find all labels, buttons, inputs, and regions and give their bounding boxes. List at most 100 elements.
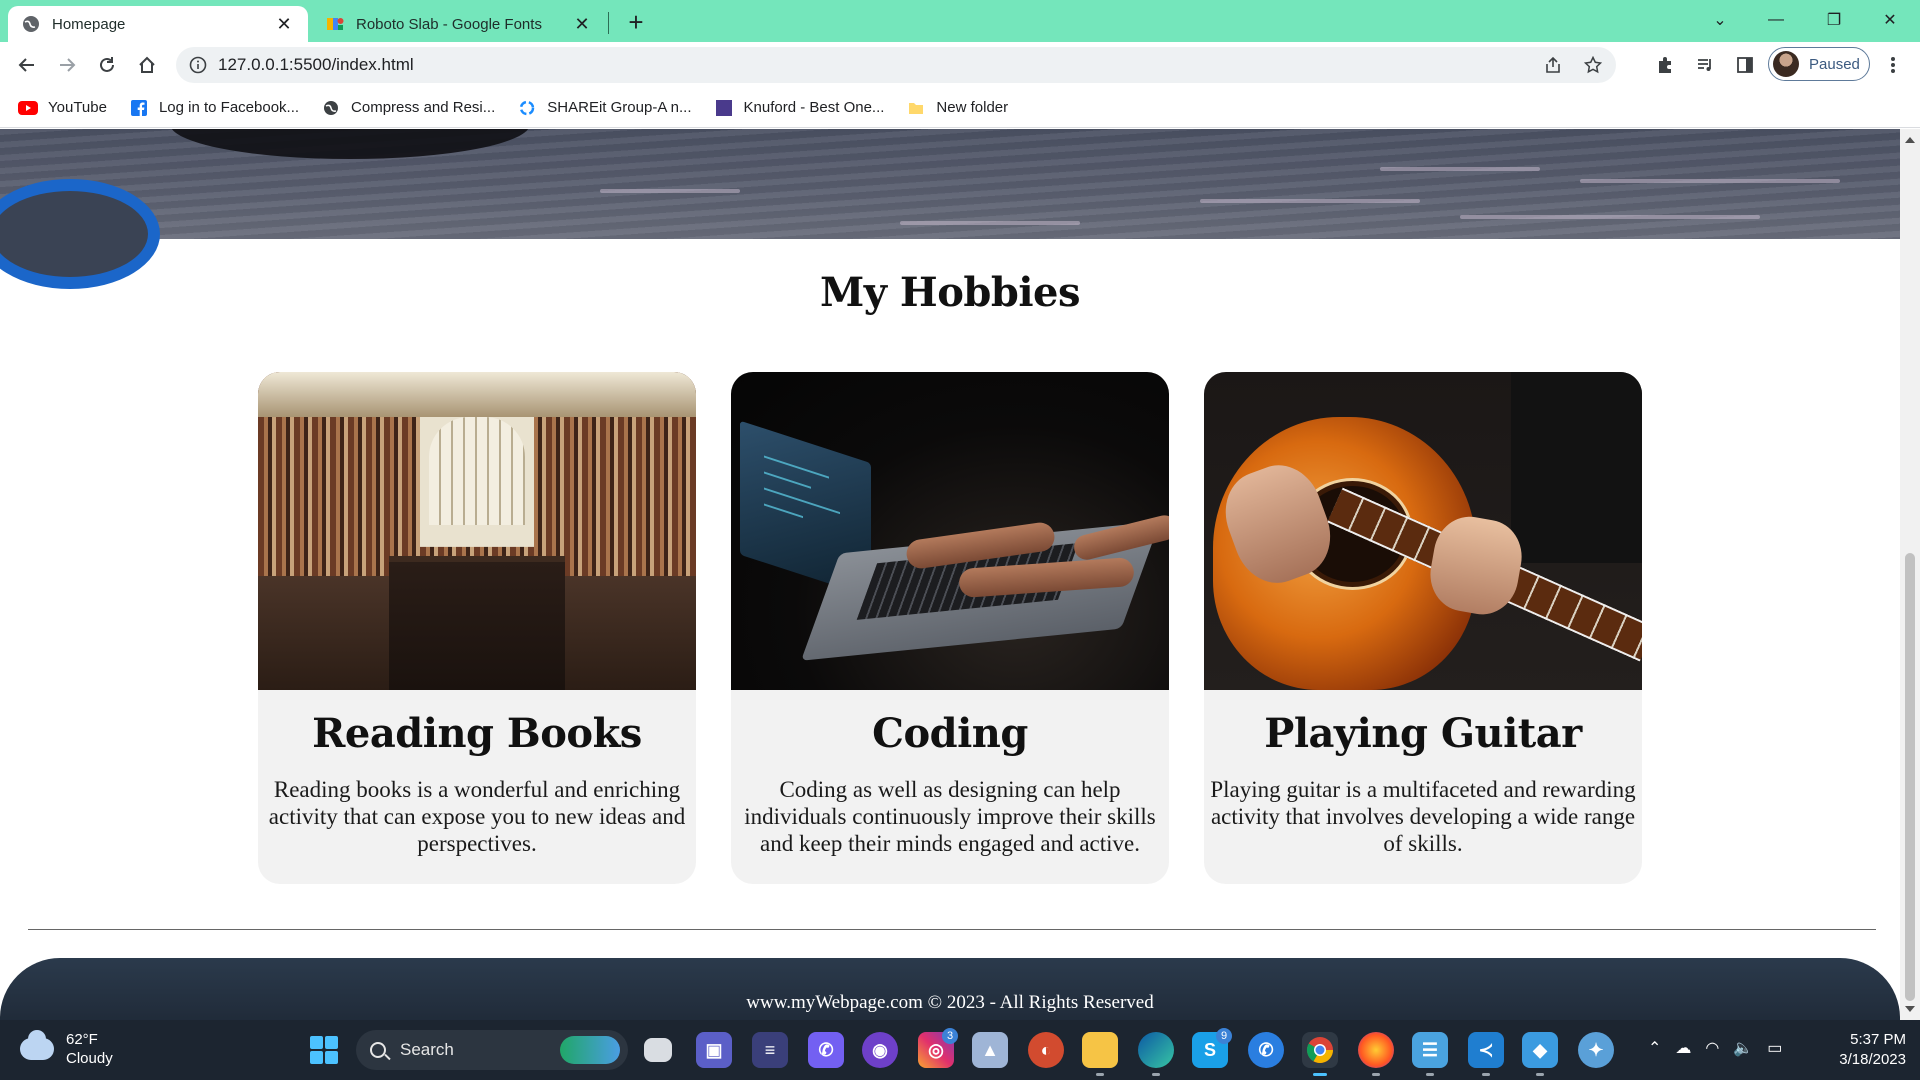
address-bar[interactable]: 127.0.0.1:5500/index.html — [176, 47, 1616, 83]
app-icon[interactable]: ≡ — [752, 1032, 788, 1068]
card-title: Reading Books — [312, 710, 642, 757]
task-view-icon[interactable] — [644, 1038, 672, 1062]
tab-search-icon[interactable]: ⌄ — [1692, 0, 1748, 40]
system-tray: ⌃ ☁ ◠ 🔈 ▭ — [1648, 1038, 1782, 1058]
firefox-icon[interactable] — [1358, 1032, 1394, 1076]
home-button[interactable] — [132, 50, 162, 80]
facebook-icon — [129, 99, 149, 116]
shareit-icon — [517, 100, 537, 116]
card-description: Coding as well as designing can help ind… — [744, 777, 1156, 856]
vscode-icon[interactable]: ≺ — [1468, 1032, 1504, 1076]
scroll-up-icon[interactable] — [1905, 137, 1915, 143]
profile-button[interactable]: Paused — [1768, 47, 1870, 81]
taskbar-search[interactable]: Search — [356, 1030, 628, 1070]
back-button[interactable] — [12, 50, 42, 80]
notepad-icon[interactable]: ☰ — [1412, 1032, 1448, 1076]
chevron-up-icon[interactable]: ⌃ — [1648, 1038, 1661, 1058]
side-panel-icon[interactable] — [1734, 54, 1756, 76]
forward-button[interactable] — [52, 50, 82, 80]
tab-homepage[interactable]: Homepage ✕ — [8, 6, 308, 42]
phone-icon[interactable]: ✆ — [1248, 1032, 1284, 1068]
coding-image — [731, 372, 1169, 690]
hobby-card-reading: Reading Books Reading books is a wonderf… — [258, 372, 696, 884]
star-icon[interactable] — [1582, 54, 1604, 76]
weather-temp: 62°F — [66, 1031, 98, 1048]
battery-icon[interactable]: ▭ — [1767, 1038, 1782, 1058]
folder-icon[interactable] — [1082, 1032, 1118, 1076]
instagram-icon[interactable]: ◎ 3 — [918, 1028, 958, 1068]
app-icon[interactable]: ◐ — [1028, 1032, 1064, 1068]
paint-icon[interactable]: ◆ — [1522, 1032, 1558, 1076]
scrollbar-thumb[interactable] — [1905, 553, 1915, 1001]
extensions-icon[interactable] — [1654, 54, 1676, 76]
avatar — [1773, 51, 1799, 77]
volume-icon[interactable]: 🔈 — [1733, 1038, 1753, 1058]
bookmark-label: Log in to Facebook... — [158, 99, 300, 116]
bookmark-label: Compress and Resi... — [351, 99, 496, 116]
clock-date: 3/18/2023 — [1839, 1051, 1906, 1068]
wifi-icon[interactable]: ◠ — [1705, 1038, 1719, 1058]
hobby-card-guitar: Playing Guitar Playing guitar is a multi… — [1204, 372, 1642, 884]
folder-icon — [906, 100, 926, 116]
card-title: Coding — [872, 710, 1028, 757]
globe-icon — [321, 100, 341, 116]
share-icon[interactable] — [1542, 54, 1564, 76]
guitar-image — [1204, 372, 1642, 690]
tab-google-fonts[interactable]: Roboto Slab - Google Fonts ✕ — [312, 6, 606, 42]
media-icon[interactable] — [1694, 54, 1716, 76]
photos-icon[interactable]: ▲ — [972, 1032, 1008, 1068]
tab-title: Roboto Slab - Google Fonts — [356, 15, 542, 33]
page-scrollbar[interactable] — [1900, 129, 1920, 1020]
home-icon — [139, 56, 155, 73]
weather-widget[interactable]: 62°F Cloudy — [20, 1030, 113, 1068]
footer-text: www.myWebpage.com © 2023 - All Rights Re… — [746, 992, 1154, 1013]
hobby-card-coding: Coding Coding as well as designing can h… — [731, 372, 1169, 884]
cloud-icon — [20, 1030, 54, 1060]
reload-button[interactable] — [92, 50, 122, 80]
bookmark-label: YouTube — [48, 99, 107, 116]
app-icon[interactable]: ✦ — [1578, 1032, 1614, 1068]
arrow-left-icon — [18, 58, 34, 72]
minimize-icon[interactable]: — — [1748, 0, 1804, 40]
close-icon[interactable]: ✕ — [274, 14, 294, 34]
github-icon[interactable]: ◉ — [862, 1032, 898, 1068]
youtube-icon — [18, 100, 38, 116]
bookmark-label: Knuford - Best One... — [743, 99, 885, 116]
divider — [28, 929, 1876, 930]
bookmark-label: SHAREit Group-A n... — [547, 99, 692, 116]
menu-icon[interactable] — [1882, 54, 1904, 76]
restore-icon[interactable]: ❐ — [1806, 0, 1862, 40]
url-text: 127.0.0.1:5500/index.html — [218, 55, 414, 74]
new-tab-button[interactable]: + — [622, 8, 650, 36]
tab-separator — [608, 12, 609, 34]
close-window-icon[interactable]: ✕ — [1862, 0, 1918, 40]
card-title: Playing Guitar — [1264, 710, 1582, 757]
taskbar: 62°F Cloudy Search ▣ ≡ ✆ ◉ ◎ 3 ▲ ◐ S9 ✆ ☰… — [0, 1020, 1920, 1080]
clock-time: 5:37 PM — [1850, 1031, 1906, 1048]
weather-desc: Cloudy — [66, 1050, 113, 1067]
search-label: Search — [400, 1040, 454, 1059]
card-description: Playing guitar is a multifaceted and rew… — [1210, 777, 1636, 856]
skype-icon[interactable]: S9 — [1192, 1028, 1232, 1068]
bookmark-facebook[interactable]: Log in to Facebook... — [129, 99, 299, 116]
scroll-down-icon[interactable] — [1905, 1006, 1915, 1012]
viber-icon[interactable]: ✆ — [808, 1032, 844, 1068]
clock[interactable]: 5:37 PM 3/18/2023 — [1826, 1030, 1906, 1070]
edge-icon[interactable] — [1138, 1032, 1174, 1076]
teams-icon[interactable]: ▣ — [696, 1032, 732, 1068]
bookmark-shareit[interactable]: SHAREit Group-A n... — [517, 99, 692, 116]
close-icon[interactable]: ✕ — [572, 14, 592, 34]
reload-icon — [100, 57, 114, 72]
bookmark-youtube[interactable]: YouTube — [18, 99, 107, 116]
bookmark-new-folder[interactable]: New folder — [906, 99, 1008, 116]
library-image — [258, 372, 696, 690]
bookmark-knuford[interactable]: Knuford - Best One... — [714, 99, 885, 116]
search-icon — [370, 1042, 386, 1058]
onedrive-icon[interactable]: ☁ — [1675, 1038, 1691, 1058]
chrome-icon[interactable] — [1302, 1032, 1338, 1076]
page-viewport: My Hobbies Reading Books Reading books i… — [0, 129, 1900, 1020]
start-button[interactable] — [310, 1036, 338, 1064]
bookmark-compress[interactable]: Compress and Resi... — [321, 99, 495, 116]
info-icon[interactable] — [188, 55, 208, 75]
google-fonts-icon — [326, 15, 344, 33]
